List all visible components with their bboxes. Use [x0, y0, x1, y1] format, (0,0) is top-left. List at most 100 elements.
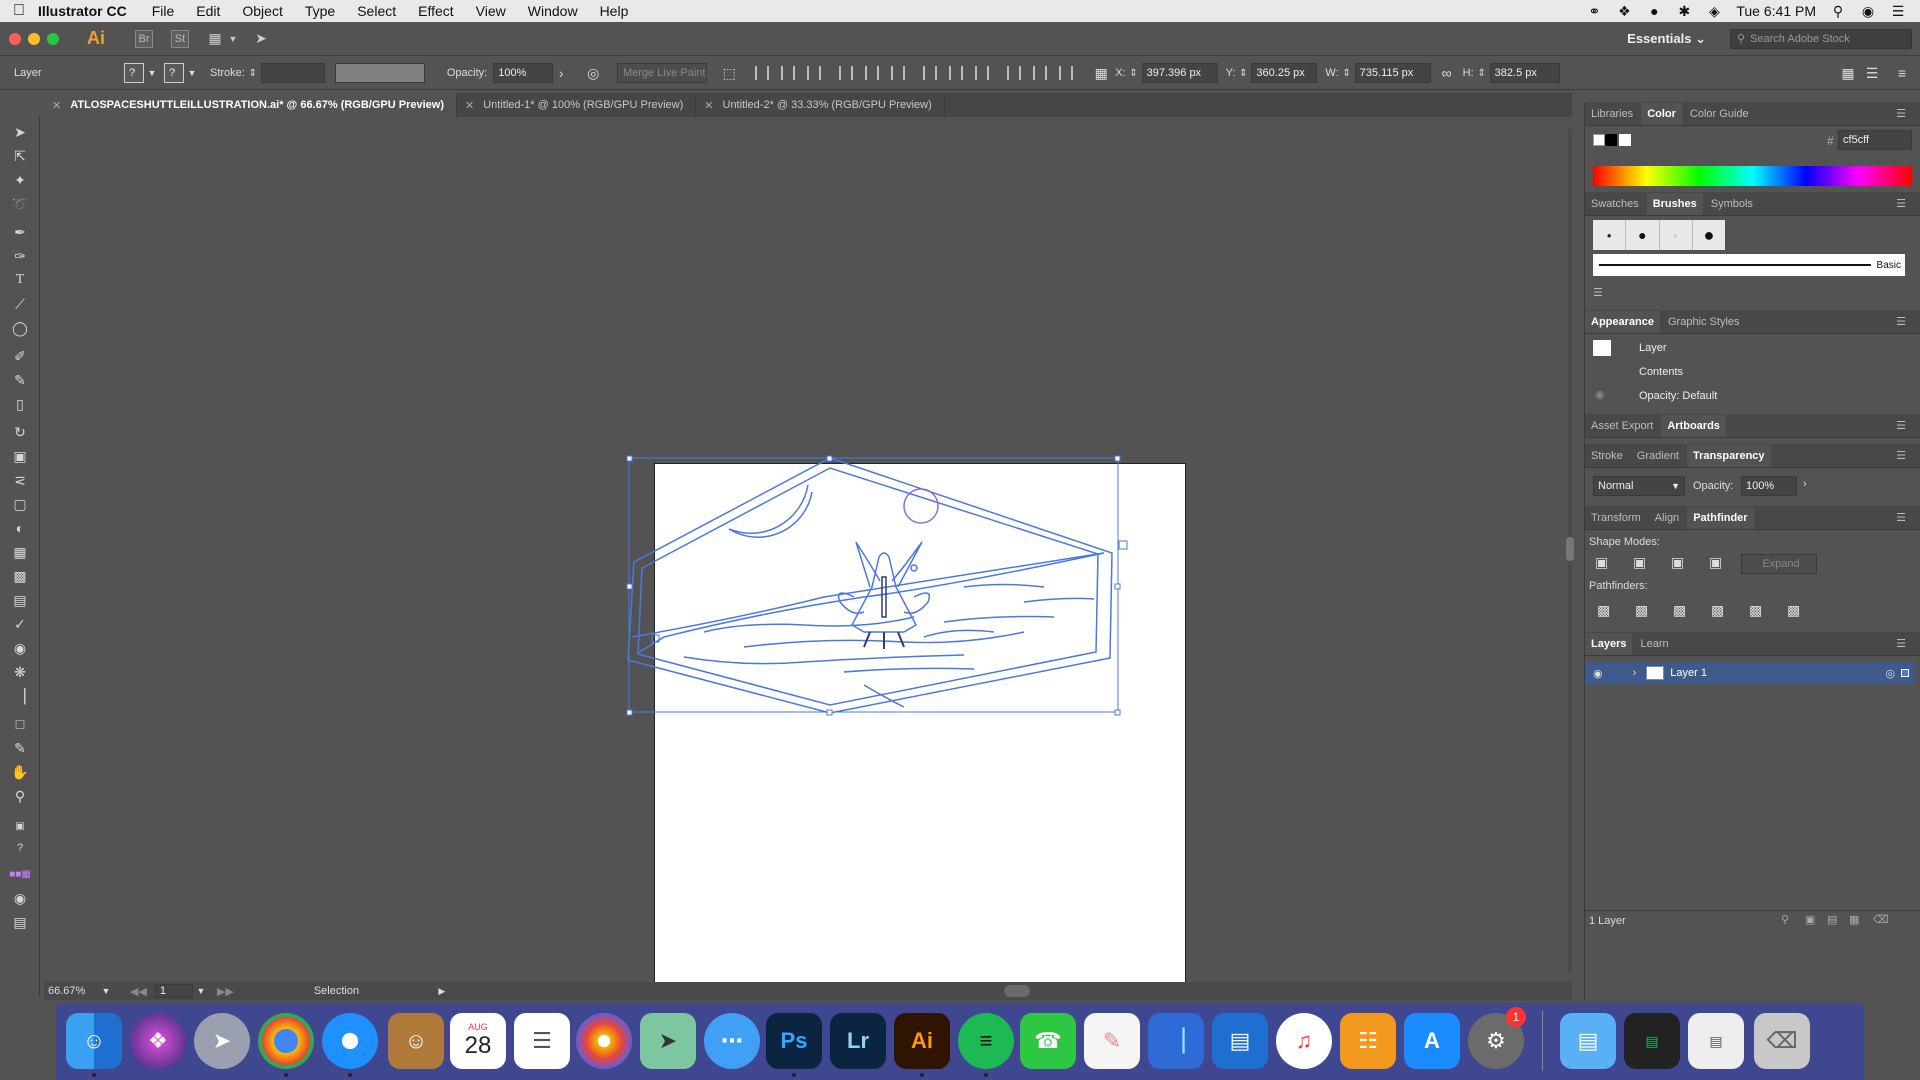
- color-mode-icon[interactable]: ■■▦: [9, 865, 31, 883]
- gradient-tool-icon[interactable]: ▤: [10, 591, 30, 609]
- maps-icon[interactable]: ➤: [640, 1013, 696, 1069]
- messages-icon[interactable]: ⋯: [704, 1013, 760, 1069]
- merge-live-paint-button[interactable]: Merge Live Paint: [617, 63, 708, 83]
- numbers-icon[interactable]: ▕: [1148, 1013, 1204, 1069]
- brush-dot-faint[interactable]: ●: [1660, 220, 1693, 250]
- tab-document-3[interactable]: ✕ Untitled-2* @ 33.33% (RGB/GPU Preview): [696, 93, 945, 117]
- facetime-icon[interactable]: ☎: [1020, 1013, 1076, 1069]
- notification-center-icon[interactable]: ☰: [1890, 3, 1906, 19]
- bluetooth-icon[interactable]: ✱: [1676, 3, 1692, 19]
- launchpad-icon[interactable]: ➤: [194, 1013, 250, 1069]
- rotate-tool-icon[interactable]: ↻: [10, 423, 30, 441]
- close-icon[interactable]: ✕: [52, 99, 61, 112]
- tab-graphic-styles[interactable]: Graphic Styles: [1668, 316, 1740, 328]
- photos-icon[interactable]: [576, 1013, 632, 1069]
- clock[interactable]: Tue 6:41 PM: [1736, 3, 1816, 19]
- scale-tool-icon[interactable]: ▣: [10, 447, 30, 465]
- locate-object-icon[interactable]: ⚲: [1781, 913, 1789, 926]
- direct-selection-tool-icon[interactable]: ⇱: [10, 147, 30, 165]
- distribute-center-icon[interactable]: [1033, 66, 1048, 80]
- opacity-field[interactable]: 100%: [493, 63, 554, 83]
- distribute-left-icon[interactable]: [1007, 66, 1022, 80]
- menu-object[interactable]: Object: [242, 3, 282, 19]
- menu-help[interactable]: Help: [600, 3, 629, 19]
- panel-menu-icon[interactable]: ☰: [1896, 637, 1906, 650]
- variable-width-profile[interactable]: [334, 63, 425, 83]
- spotlight-search-icon[interactable]: ⚲: [1830, 3, 1846, 19]
- panel-options-icon[interactable]: ☰: [1864, 65, 1880, 81]
- line-segment-tool-icon[interactable]: ⟋: [10, 295, 30, 313]
- free-transform-tool-icon[interactable]: ▢: [10, 495, 30, 513]
- layer-row[interactable]: ◉ › Layer 1 ◎: [1585, 662, 1915, 684]
- default-fill-stroke-icon[interactable]: ▣: [10, 817, 30, 835]
- app-store-icon[interactable]: A: [1404, 1013, 1460, 1069]
- delete-layer-icon[interactable]: ⌫: [1873, 913, 1889, 926]
- tab-color-guide[interactable]: Color Guide: [1690, 108, 1749, 120]
- tab-document-1[interactable]: ✕ ATLOSPACESHUTTLEILLUSTRATION.ai* @ 66.…: [44, 93, 457, 117]
- intersect-icon[interactable]: ▣: [1671, 554, 1684, 571]
- outline-icon[interactable]: ▩: [1749, 602, 1762, 619]
- dropbox-icon[interactable]: ❖: [1616, 3, 1632, 19]
- brush-dot-medium[interactable]: ●: [1626, 220, 1660, 250]
- distribute-right-icon[interactable]: [1059, 66, 1074, 80]
- magic-wand-tool-icon[interactable]: ✦: [10, 171, 30, 189]
- layer-name[interactable]: Layer 1: [1670, 667, 1707, 679]
- panel-menu-icon[interactable]: ☰: [1896, 419, 1906, 432]
- x-stepper[interactable]: ⇕: [1126, 65, 1142, 81]
- brush-dot-large[interactable]: ●: [1693, 220, 1725, 250]
- folder-icon[interactable]: ▤: [1560, 1013, 1616, 1069]
- none-swatch-icon[interactable]: [1593, 134, 1605, 146]
- stroke-weight-stepper[interactable]: ⇕: [245, 65, 261, 81]
- brush-basic[interactable]: Basic: [1593, 254, 1905, 276]
- new-layer-icon[interactable]: ▦: [1849, 913, 1859, 926]
- unite-icon[interactable]: ▣: [1595, 554, 1608, 571]
- panel-menu-icon[interactable]: ☰: [1896, 315, 1906, 328]
- tab-libraries[interactable]: Libraries: [1591, 108, 1633, 120]
- align-top-icon[interactable]: [839, 66, 854, 80]
- exclude-icon[interactable]: ▣: [1709, 554, 1722, 571]
- create-sublayer-icon[interactable]: ▤: [1827, 913, 1837, 926]
- stroke-swatch[interactable]: ?: [164, 63, 184, 83]
- tab-swatches[interactable]: Swatches: [1591, 198, 1639, 210]
- close-window-button[interactable]: [9, 32, 21, 45]
- black-swatch[interactable]: [1605, 134, 1617, 146]
- panel-menu-icon[interactable]: ☰: [1896, 449, 1906, 462]
- app-menu[interactable]: Illustrator CC: [38, 3, 127, 19]
- brush-library-icon[interactable]: ☰: [1593, 286, 1603, 299]
- stock-search-input[interactable]: ⚲ Search Adobe Stock: [1730, 28, 1912, 49]
- eraser-tool-icon[interactable]: ▯: [10, 395, 30, 413]
- control-bar-menu-icon[interactable]: ≡: [1894, 65, 1910, 81]
- eyedropper-tool-icon[interactable]: ✓: [10, 615, 30, 633]
- column-graph-tool-icon[interactable]: ▕: [10, 687, 30, 705]
- status-menu-icon[interactable]: ▶: [434, 983, 450, 999]
- photoshop-icon[interactable]: Ps: [766, 1013, 822, 1069]
- status-circle-icon[interactable]: ●: [1646, 3, 1662, 19]
- keynote-icon[interactable]: ▤: [1212, 1013, 1268, 1069]
- apple-icon[interactable]: : [0, 2, 38, 20]
- expand-button[interactable]: Expand: [1741, 554, 1817, 574]
- siri-app-icon[interactable]: ❖: [130, 1013, 186, 1069]
- h-stepper[interactable]: ⇕: [1474, 65, 1490, 81]
- divide-icon[interactable]: ▩: [1597, 602, 1610, 619]
- blend-tool-icon[interactable]: ◉: [10, 639, 30, 657]
- horizontal-scroll-thumb[interactable]: [1004, 985, 1030, 997]
- menu-window[interactable]: Window: [528, 3, 578, 19]
- pen-tool-icon[interactable]: ✒: [10, 223, 30, 241]
- align-bottom-icon[interactable]: [891, 66, 906, 80]
- books-icon[interactable]: ☷: [1340, 1013, 1396, 1069]
- bridge-button[interactable]: Br: [135, 29, 153, 48]
- drawing-modes-icon[interactable]: ◉: [10, 889, 30, 907]
- lasso-tool-icon[interactable]: ➰: [10, 195, 30, 213]
- align-middle-icon[interactable]: [865, 66, 880, 80]
- reminders-icon[interactable]: ☰: [514, 1013, 570, 1069]
- menu-effect[interactable]: Effect: [418, 3, 454, 19]
- finder-icon[interactable]: ☺: [66, 1013, 122, 1069]
- tab-learn[interactable]: Learn: [1640, 638, 1668, 650]
- chevron-down-icon[interactable]: ▼: [144, 65, 160, 81]
- tab-asset-export[interactable]: Asset Export: [1591, 420, 1653, 432]
- calendar-icon[interactable]: AUG 28: [450, 1013, 506, 1069]
- panel-menu-icon[interactable]: ☰: [1896, 197, 1906, 210]
- hex-color-field[interactable]: cf5cff: [1838, 130, 1912, 150]
- trash-icon[interactable]: ⌫: [1754, 1013, 1810, 1069]
- menu-edit[interactable]: Edit: [196, 3, 220, 19]
